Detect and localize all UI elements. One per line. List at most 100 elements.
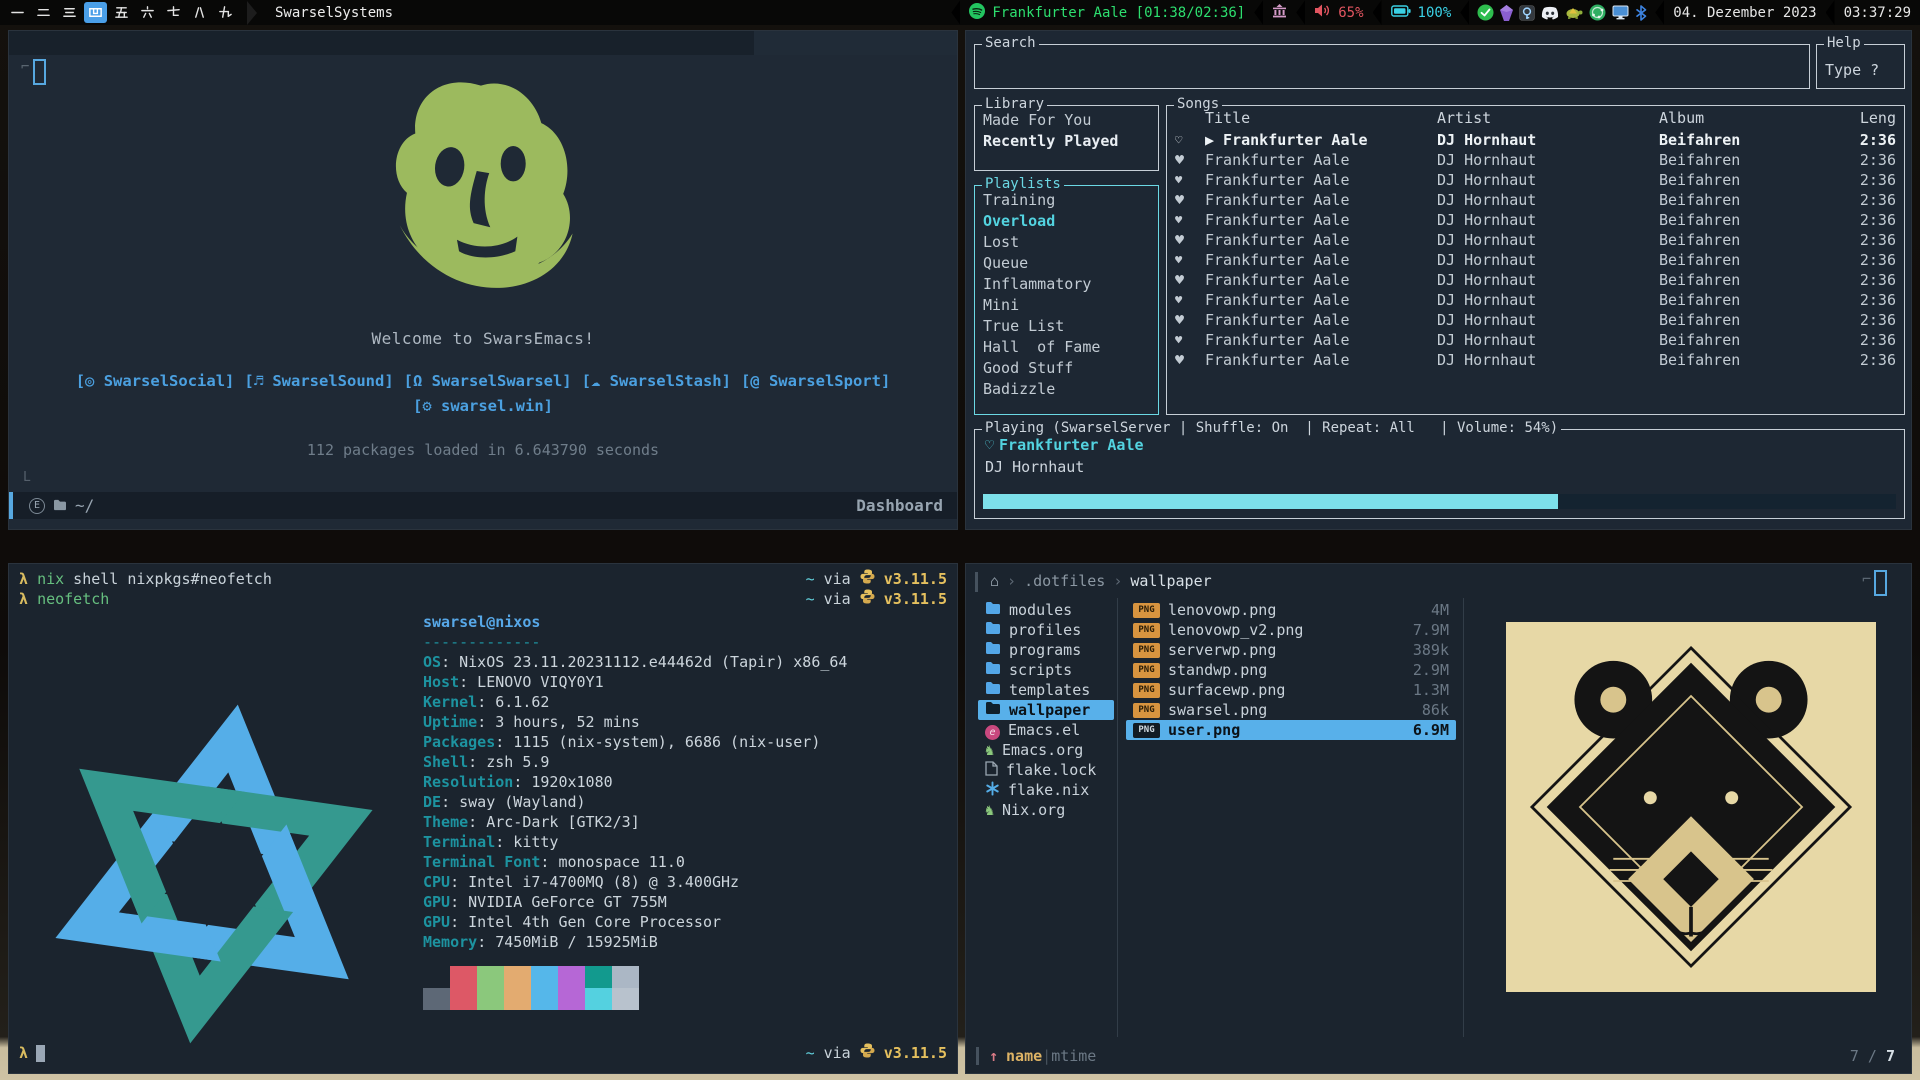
workspace-1[interactable] xyxy=(6,2,29,23)
workspace-5[interactable] xyxy=(110,2,133,23)
favorite-icon[interactable]: ♥ xyxy=(1175,290,1205,310)
playlist-item[interactable]: Good Stuff xyxy=(975,358,1158,379)
workspace-4[interactable] xyxy=(84,2,107,23)
song-album: Beifahren xyxy=(1659,190,1740,210)
song-length: 2:36 xyxy=(1740,190,1896,210)
favorite-icon[interactable]: ♥ xyxy=(1175,150,1205,170)
file-item[interactable]: PNGstandwp.png2.9M xyxy=(1126,660,1456,680)
song-row[interactable]: ♥Frankfurter AaleDJ HornhautBeifahren2:3… xyxy=(1167,170,1904,190)
monitor-icon[interactable] xyxy=(1612,5,1629,20)
favorite-icon[interactable]: ♥ xyxy=(1175,270,1205,290)
favorite-icon[interactable]: ♥ xyxy=(1175,230,1205,250)
dashboard-link-swarselsocial[interactable]: [◎ SwarselSocial] xyxy=(76,372,235,390)
playlist-item[interactable]: Queue xyxy=(975,253,1158,274)
directory-item[interactable]: eEmacs.el xyxy=(978,720,1114,740)
search-input[interactable] xyxy=(979,49,1805,84)
song-artist: DJ Hornhaut xyxy=(1437,270,1659,290)
breadcrumb-parent[interactable]: .dotfiles xyxy=(1024,572,1105,590)
workspace-2[interactable] xyxy=(32,2,55,23)
favorite-icon[interactable]: ♥ xyxy=(1175,210,1205,230)
favorite-icon[interactable]: ♥ xyxy=(1175,170,1205,190)
directory-item[interactable]: profiles xyxy=(978,620,1114,640)
tray-app-segment[interactable] xyxy=(1263,0,1296,25)
gem-icon[interactable] xyxy=(1500,5,1513,21)
org-icon: ♞ xyxy=(985,801,994,819)
song-row[interactable]: ♥Frankfurter AaleDJ HornhautBeifahren2:3… xyxy=(1167,310,1904,330)
bluetooth-icon[interactable] xyxy=(1635,5,1647,21)
song-row[interactable]: ♥Frankfurter AaleDJ HornhautBeifahren2:3… xyxy=(1167,150,1904,170)
song-row[interactable]: ♥Frankfurter AaleDJ HornhautBeifahren2:3… xyxy=(1167,230,1904,250)
turtle-icon[interactable] xyxy=(1565,6,1583,19)
volume-segment[interactable]: 65% xyxy=(1305,0,1372,25)
playlist-item[interactable]: Badizzle xyxy=(975,379,1158,400)
syncthing-icon[interactable] xyxy=(1589,4,1606,21)
playlist-item[interactable]: Training xyxy=(975,190,1158,211)
song-row[interactable]: ♥Frankfurter AaleDJ HornhautBeifahren2:3… xyxy=(1167,210,1904,230)
playlist-item[interactable]: True List xyxy=(975,316,1158,337)
neofetch-entry: Memory: 7450MiB / 15925MiB xyxy=(423,932,847,952)
favorite-icon[interactable]: ♥ xyxy=(1175,310,1205,330)
song-row[interactable]: ♥Frankfurter AaleDJ HornhautBeifahren2:3… xyxy=(1167,190,1904,210)
song-row[interactable]: ♥Frankfurter AaleDJ HornhautBeifahren2:3… xyxy=(1167,350,1904,370)
favorite-icon[interactable]: ♡ xyxy=(1175,130,1205,150)
directory-item[interactable]: ♞Nix.org xyxy=(978,800,1114,820)
library-item[interactable]: Recently Played xyxy=(975,131,1158,152)
dashboard-link-swarselswarsel[interactable]: [Ω SwarselSwarsel] xyxy=(404,372,572,390)
workspace-9[interactable] xyxy=(214,2,237,23)
dashboard-link-swarselstash[interactable]: [☁ SwarselStash] xyxy=(582,372,731,390)
song-row[interactable]: ♥Frankfurter AaleDJ HornhautBeifahren2:3… xyxy=(1167,250,1904,270)
playlist-item[interactable]: Inflammatory xyxy=(975,274,1158,295)
playlist-item[interactable]: Overload xyxy=(975,211,1158,232)
favorite-icon[interactable]: ♥ xyxy=(1175,190,1205,210)
progress-bar[interactable] xyxy=(983,494,1896,509)
file-item[interactable]: PNGlenovowp.png4M xyxy=(1126,600,1456,620)
workspace-6[interactable] xyxy=(136,2,159,23)
directory-item[interactable]: modules xyxy=(978,600,1114,620)
checkmark-icon[interactable] xyxy=(1477,4,1494,21)
file-item[interactable]: PNGuser.png6.9M xyxy=(1126,720,1456,740)
song-row[interactable]: ♥Frankfurter AaleDJ HornhautBeifahren2:3… xyxy=(1167,290,1904,310)
file-item[interactable]: PNGlenovowp_v2.png7.9M xyxy=(1126,620,1456,640)
directory-item[interactable]: flake.nix xyxy=(978,780,1114,800)
workspace-3[interactable] xyxy=(58,2,81,23)
palette-swatch xyxy=(477,988,504,1010)
playlist-item[interactable]: Hall of Fame xyxy=(975,337,1158,358)
neofetch-separator: ------------- xyxy=(423,632,847,652)
dashboard-link-swarselsport[interactable]: [@ SwarselSport] xyxy=(741,372,890,390)
home-link-label[interactable]: [⚙ swarsel.win] xyxy=(413,397,553,415)
workspace-7[interactable] xyxy=(162,2,185,23)
favorite-icon[interactable]: ♥ xyxy=(1175,330,1205,350)
favorite-icon[interactable]: ♥ xyxy=(1175,350,1205,370)
breadcrumb[interactable]: ⌂ › .dotfiles › wallpaper xyxy=(990,572,1212,590)
file-item[interactable]: PNGsurfacewp.png1.3M xyxy=(1126,680,1456,700)
workspace-8[interactable] xyxy=(188,2,211,23)
home-link[interactable]: [⚙ swarsel.win] xyxy=(413,396,553,415)
playlist-item[interactable]: Lost xyxy=(975,232,1158,253)
directory-item[interactable]: templates xyxy=(978,680,1114,700)
favorite-icon[interactable]: ♥ xyxy=(1175,250,1205,270)
heart-icon[interactable]: ♡ xyxy=(985,436,994,454)
home-icon[interactable]: ⌂ xyxy=(990,572,999,590)
song-row[interactable]: ♡▶ Frankfurter AaleDJ HornhautBeifahren2… xyxy=(1167,130,1904,150)
file-item[interactable]: PNGswarsel.png86k xyxy=(1126,700,1456,720)
sort-direction-icon[interactable]: ↑ xyxy=(989,1047,998,1065)
directory-item[interactable]: wallpaper xyxy=(978,700,1114,720)
now-playing-segment[interactable]: Frankfurter Aale [01:38/02:36] xyxy=(960,0,1254,25)
song-row[interactable]: ♥Frankfurter AaleDJ HornhautBeifahren2:3… xyxy=(1167,270,1904,290)
directory-item[interactable]: scripts xyxy=(978,660,1114,680)
emacs-tab-bar[interactable] xyxy=(9,31,957,55)
dashboard-link-swarselsound[interactable]: [♬ SwarselSound] xyxy=(244,372,393,390)
library-item[interactable]: Made For You xyxy=(975,110,1158,131)
directory-item[interactable]: programs xyxy=(978,640,1114,660)
directory-item[interactable]: flake.lock xyxy=(978,760,1114,780)
terminal-cursor[interactable] xyxy=(36,1045,45,1062)
battery-segment[interactable]: 100% xyxy=(1382,0,1461,25)
palette-swatch xyxy=(531,966,558,988)
bank-icon[interactable] xyxy=(1272,4,1287,22)
file-item[interactable]: PNGserverwp.png389k xyxy=(1126,640,1456,660)
discord-icon[interactable] xyxy=(1541,6,1559,20)
playlist-item[interactable]: Mini xyxy=(975,295,1158,316)
song-row[interactable]: ♥Frankfurter AaleDJ HornhautBeifahren2:3… xyxy=(1167,330,1904,350)
directory-item[interactable]: ♞Emacs.org xyxy=(978,740,1114,760)
keepassxc-icon[interactable] xyxy=(1519,5,1535,21)
